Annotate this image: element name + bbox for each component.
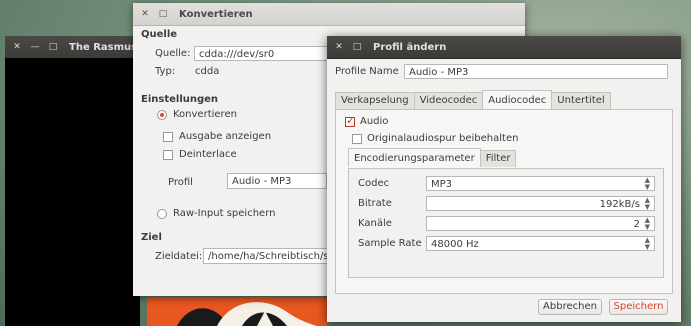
cancel-button[interactable]: Abbrechen [538,299,602,315]
channels-spinbox[interactable]: 2 ▲ ▼ [426,216,655,231]
source-label: Quelle: [155,48,191,59]
profile-select[interactable]: Audio - MP3 [227,173,327,189]
save-button[interactable]: Speichern [609,299,668,315]
convert-radio-label: Konvertieren [173,109,237,120]
tab-encodierungsparameter[interactable]: Encodierungsparameter [348,148,481,167]
profile-label: Profil [168,177,193,188]
samplerate-value: 48000 Hz [431,239,479,250]
show-output-label: Ausgabe anzeigen [179,131,272,142]
tab-filter[interactable]: Filter [479,150,517,167]
codec-value: MP3 [431,179,453,190]
keep-original-label: Originalaudiospur beibehalten [367,133,519,144]
close-icon[interactable]: ✕ [11,41,23,53]
codec-select[interactable]: MP3 ▲ ▼ [426,176,655,191]
convert-radio[interactable] [157,110,167,120]
player-titlebar: ✕ — □ The Rasmus [5,36,140,59]
target-field[interactable]: /home/ha/Schreibtisch/s [203,248,328,264]
maximize-icon[interactable]: □ [351,41,363,53]
samplerate-label: Sample Rate [358,238,422,249]
maximize-icon[interactable]: □ [47,41,59,53]
audio-checkbox[interactable] [345,114,355,127]
updown-icon: ▲ ▼ [644,176,650,191]
show-output-checkbox[interactable] [163,132,173,142]
channels-label: Kanäle [358,218,392,229]
raw-input-radio[interactable] [157,209,167,219]
profile-titlebar: ✕ □ Profil ändern [327,36,681,59]
updown-icon[interactable]: ▲ ▼ [645,197,650,210]
close-icon[interactable]: ✕ [333,41,345,53]
audio-checkbox-label: Audio [360,116,389,127]
profile-name-field[interactable]: Audio - MP3 [404,64,668,79]
channels-value: 2 [633,219,640,230]
deinterlace-checkbox[interactable] [163,150,173,160]
encoding-panel: Codec MP3 ▲ ▼ Bitrate 192kB/s ▲ ▼ Kanäle 2… [348,168,664,278]
convert-titlebar: ✕ □ Konvertieren [133,3,525,26]
close-icon[interactable]: ✕ [139,8,151,20]
convert-title: Konvertieren [179,8,253,20]
updown-icon[interactable]: ▲ ▼ [645,217,650,230]
profile-dialog: ✕ □ Profil ändern Profile Name Audio - M… [327,36,681,322]
encoding-subtabs: Encodierungsparameter Filter [348,148,517,167]
player-title: The Rasmus [69,41,138,53]
keep-original-checkbox[interactable] [352,134,362,144]
tab-videocodec[interactable]: Videocodec [413,92,484,109]
profile-name-label: Profile Name [335,66,399,77]
bitrate-label: Bitrate [358,198,392,209]
type-value: cdda [195,66,220,77]
tab-verkapselung[interactable]: Verkapselung [335,92,415,109]
settings-heading: Einstellungen [141,94,219,105]
profile-title: Profil ändern [373,41,447,53]
album-art [147,297,327,326]
target-heading: Ziel [141,232,162,243]
player-video-area [5,58,140,326]
audiocodec-panel: Audio Originalaudiospur beibehalten Enco… [335,109,673,294]
codec-label: Codec [358,178,390,189]
tab-untertitel[interactable]: Untertitel [551,92,611,109]
samplerate-select[interactable]: 48000 Hz ▲ ▼ [426,236,655,251]
tab-audiocodec[interactable]: Audiocodec [482,90,553,109]
source-heading: Quelle [141,29,178,40]
profile-tabs: Verkapselung Videocodec Audiocodec Unter… [335,90,611,109]
updown-icon: ▲ ▼ [644,236,650,251]
deinterlace-label: Deinterlace [179,149,237,160]
target-label: Zieldatei: [155,251,203,262]
type-label: Typ: [155,66,176,77]
bitrate-spinbox[interactable]: 192kB/s ▲ ▼ [426,196,655,211]
bitrate-value: 192kB/s [599,199,640,210]
minimize-icon[interactable]: — [29,41,41,53]
raw-input-label: Raw-Input speichern [173,208,276,219]
maximize-icon[interactable]: □ [157,8,169,20]
